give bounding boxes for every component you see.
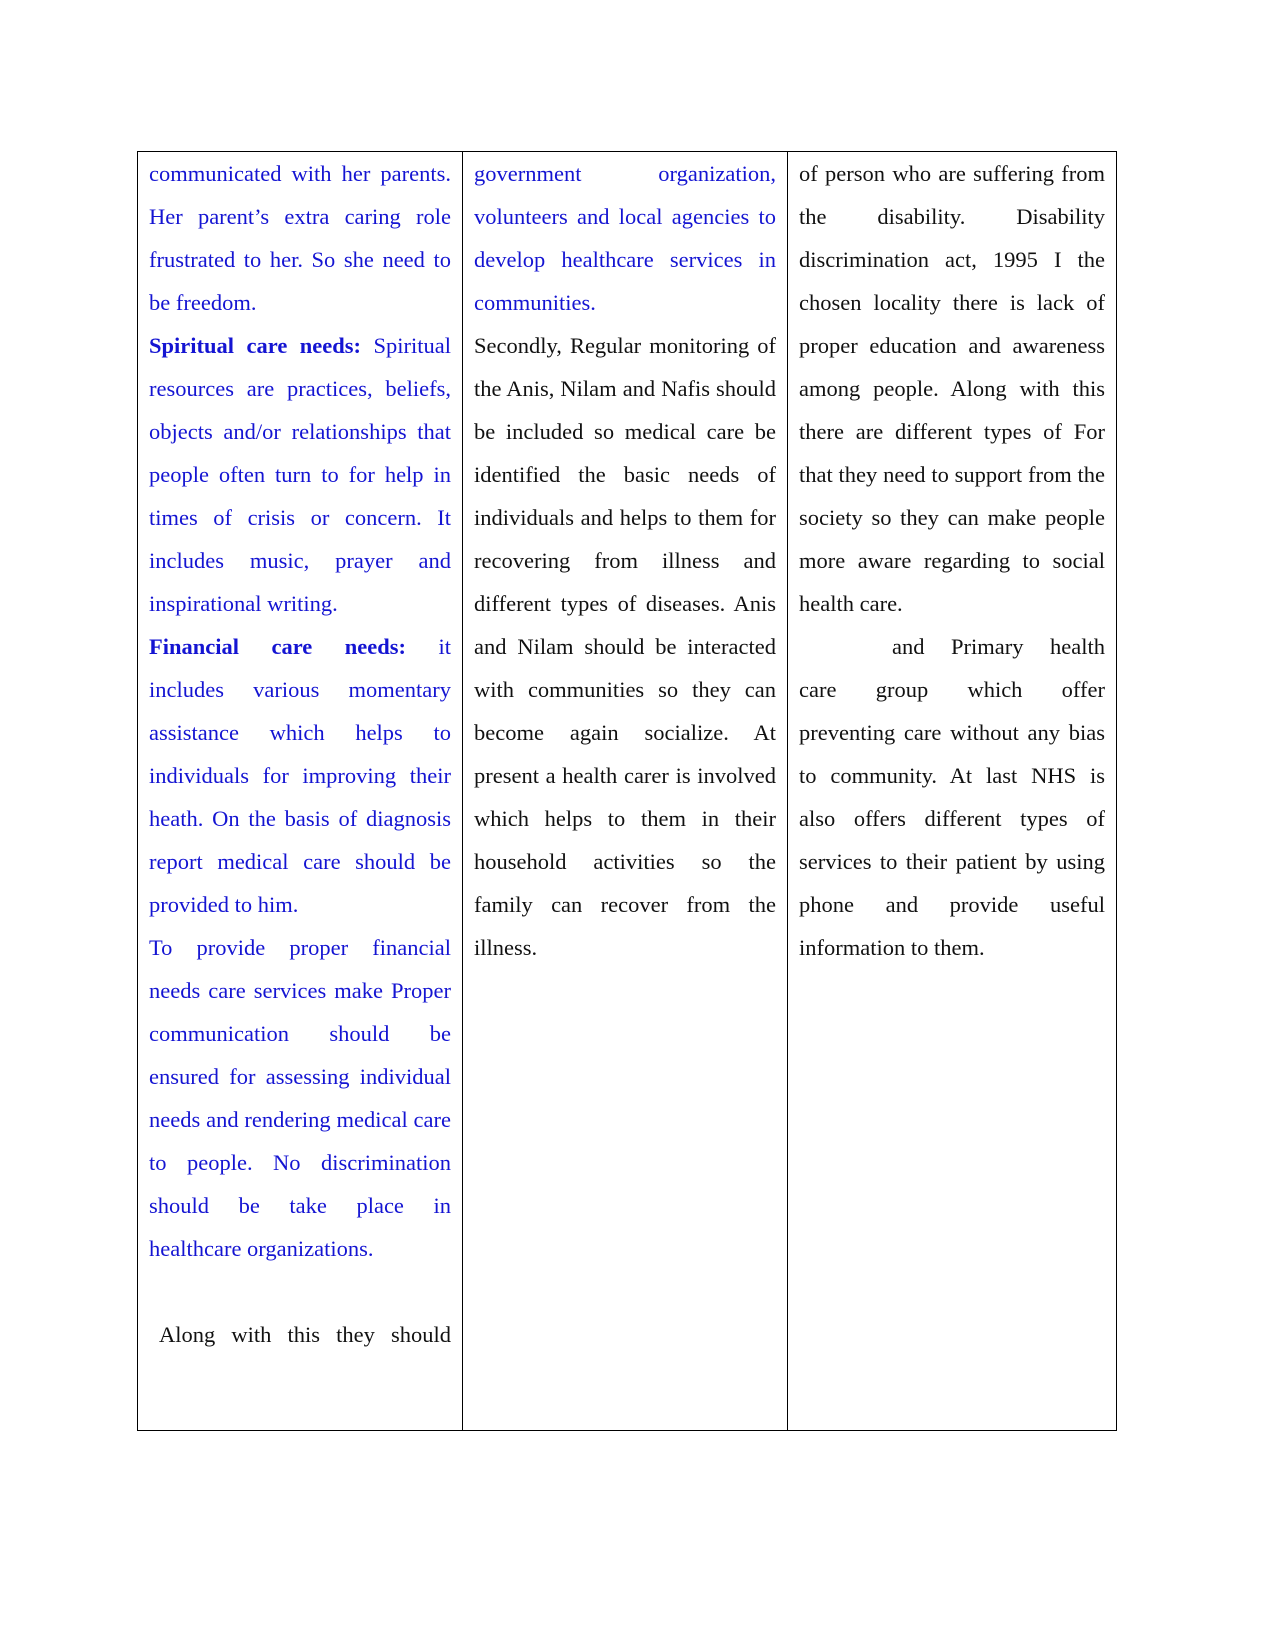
paragraph-regular-monitoring: Secondly, Regular monitoring of the Anis… [474,324,776,969]
content-table: communicated with her parents. Her paren… [137,151,1117,1431]
paragraph-disability-discrimination: of person who are suffering from the dis… [799,152,1105,625]
table-row: communicated with her parents. Her paren… [137,151,1117,1431]
paragraph-text: Secondly, Regular monitoring of the Anis… [474,333,776,960]
paragraph-financial-services: To provide proper financial needs care s… [149,926,451,1270]
paragraph-text: it includes various momentary assistance… [149,634,451,917]
paragraph-primary-health-care: and Primary health care group which offe… [799,625,1105,969]
table-cell-column-2: government organization, volunteers and … [462,151,788,1431]
table-cell-column-1: communicated with her parents. Her paren… [137,151,463,1431]
document-page: communicated with her parents. Her paren… [0,0,1275,1650]
paragraph-financial-care: Financial care needs: it includes variou… [149,625,451,926]
paragraph-text: Along with this they should [159,1322,451,1347]
paragraph-text: To provide proper financial needs care s… [149,935,451,1261]
paragraph-government-organization: government organization, volunteers and … [474,152,776,324]
paragraph-freedom: communicated with her parents. Her paren… [149,152,451,324]
table-cell-column-3: of person who are suffering from the dis… [787,151,1117,1431]
paragraph-text: of person who are suffering from the dis… [799,161,1105,616]
paragraph-text: government organization, volunteers and … [474,161,776,315]
paragraph-along-with: Along with this they should [149,1313,451,1356]
section-heading-spiritual-care: Spiritual care needs: [149,333,362,358]
paragraph-text: Spiritual resources are practices, belie… [149,333,452,616]
paragraph-text: and Primary health care group which offe… [799,634,1105,960]
paragraph-text: communicated with her parents. Her paren… [149,161,451,315]
paragraph-spiritual-care: Spiritual care needs: Spiritual resource… [149,324,451,625]
section-heading-financial-care: Financial care needs: [149,634,407,659]
